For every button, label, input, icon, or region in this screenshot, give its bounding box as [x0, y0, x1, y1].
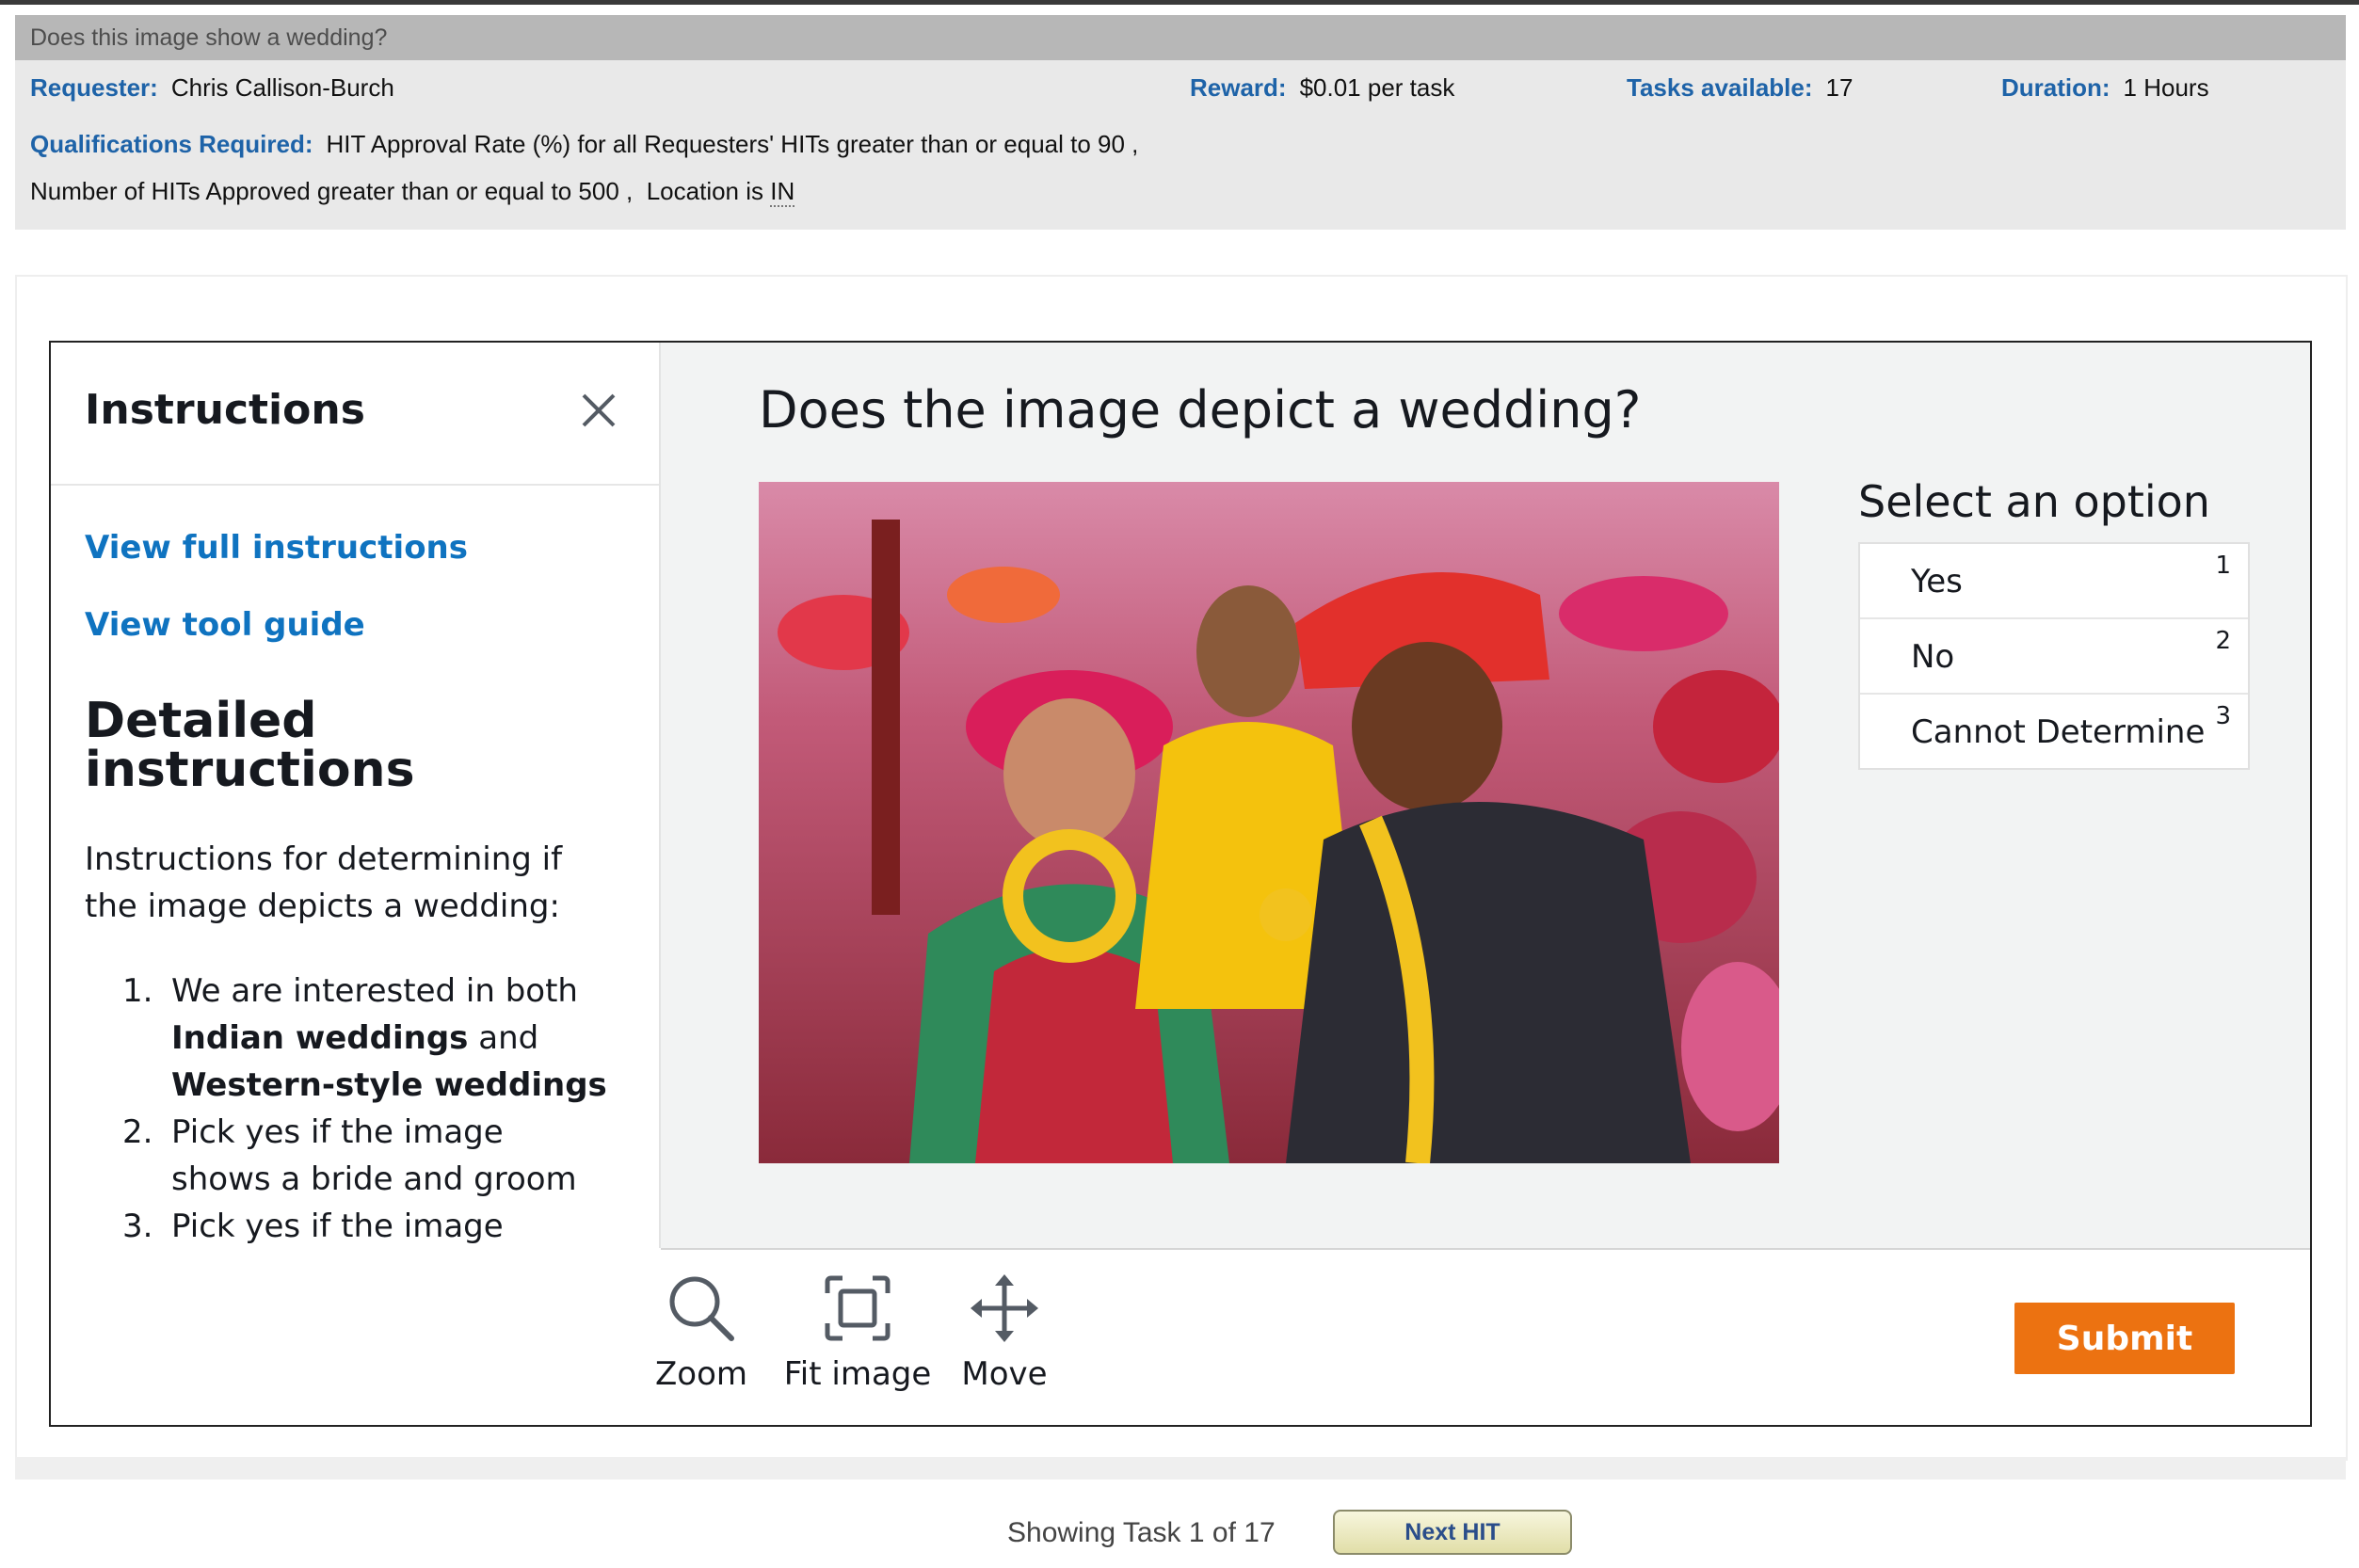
view-full-instructions-link[interactable]: View full instructions	[85, 529, 468, 567]
qualification-approval-rate: HIT Approval Rate (%) for all Requesters…	[326, 130, 1139, 158]
task-container-bottom-bar	[15, 1457, 2346, 1480]
requester-name[interactable]: Chris Callison-Burch	[171, 73, 394, 102]
option-shortcut-key: 3	[2215, 702, 2231, 730]
instructions-list: 1. We are interested in both Indian wedd…	[85, 968, 612, 1248]
tasks-value: 17	[1825, 73, 1854, 102]
tasks-label: Tasks available:	[1627, 73, 1813, 102]
detailed-instructions-heading: Detailed instructions	[85, 693, 415, 798]
reward-info: Reward: $0.01 per task	[1190, 73, 1454, 103]
options-title: Select an option	[1858, 476, 2210, 527]
view-tool-guide-link[interactable]: View tool guide	[85, 606, 365, 644]
option-shortcut-key: 1	[2215, 552, 2231, 580]
reward-value: $0.01 per task	[1299, 73, 1455, 102]
duration-value: 1 Hours	[2123, 73, 2209, 102]
instruction-text: Pick yes if the image	[171, 1208, 504, 1245]
task-frame: Instructions View full instructions View…	[49, 341, 2312, 1427]
move-label: Move	[961, 1355, 1048, 1393]
option-no[interactable]: No 2	[1860, 619, 2248, 695]
task-image[interactable]	[759, 482, 1779, 1163]
instruction-item: 3. Pick yes if the image	[85, 1203, 612, 1248]
qualification-location-prefix: Location is	[646, 177, 764, 205]
instruction-bold-indian: Indian weddings	[171, 1019, 469, 1057]
option-label: No	[1911, 638, 1955, 676]
instructions-intro: Instructions for determining if the imag…	[85, 840, 563, 925]
instruction-item: 2. Pick yes if the image shows a bride a…	[85, 1109, 612, 1203]
hit-title-bar: Does this image show a wedding?	[15, 15, 2346, 60]
option-shortcut-key: 2	[2215, 627, 2231, 655]
instruction-text: and	[468, 1019, 539, 1057]
image-toolbar: Zoom Fit image Move Submit	[51, 1250, 2310, 1425]
instruction-bold-western: Western-style weddings	[171, 1066, 607, 1104]
instruction-number: 1.	[122, 972, 153, 1010]
window-top-border	[0, 0, 2359, 5]
qualification-hits-approved: Number of HITs Approved greater than or …	[30, 177, 634, 205]
fit-frame-icon	[825, 1275, 891, 1341]
instruction-text: Pick yes if the image shows a bride and …	[171, 1113, 577, 1198]
task-progress-status: Showing Task 1 of 17	[1007, 1517, 1276, 1548]
instruction-number: 2.	[122, 1113, 153, 1151]
hit-info-panel: Does this image show a wedding? Requeste…	[15, 15, 2346, 230]
zoom-tool-button[interactable]: Zoom	[612, 1272, 791, 1393]
move-tool-button[interactable]: Move	[915, 1272, 1094, 1393]
option-label: Yes	[1911, 563, 1963, 600]
qualification-location-value[interactable]: IN	[770, 177, 795, 207]
instructions-panel: Instructions View full instructions View…	[51, 343, 661, 1248]
qualifications-label: Qualifications Required:	[30, 130, 313, 158]
requester-info: Requester: Chris Callison-Burch	[30, 73, 394, 103]
close-icon[interactable]	[578, 390, 619, 431]
qualifications-line-1: Qualifications Required: HIT Approval Rat…	[30, 130, 1138, 159]
submit-button[interactable]: Submit	[2014, 1303, 2235, 1374]
zoom-label: Zoom	[654, 1355, 747, 1393]
answer-options: Yes 1 No 2 Cannot Determine 3	[1858, 542, 2250, 770]
instruction-item: 1. We are interested in both Indian wedd…	[85, 968, 612, 1109]
task-work-area: Does the image depict a wedding? Select …	[661, 343, 2310, 1250]
option-cannot-determine[interactable]: Cannot Determine 3	[1860, 695, 2248, 768]
requester-label: Requester:	[30, 73, 158, 102]
instruction-text: We are interested in both	[171, 972, 578, 1010]
qualifications-line-2: Number of HITs Approved greater than or …	[30, 177, 795, 207]
task-question: Does the image depict a wedding?	[759, 380, 1642, 440]
duration-label: Duration:	[2001, 73, 2110, 102]
instructions-header: Instructions	[51, 343, 659, 486]
tasks-info: Tasks available: 17	[1627, 73, 1853, 103]
duration-info: Duration: 1 Hours	[2001, 73, 2209, 103]
instruction-number: 3.	[122, 1208, 153, 1245]
option-yes[interactable]: Yes 1	[1860, 544, 2248, 619]
instructions-title: Instructions	[85, 386, 365, 434]
option-label: Cannot Determine	[1911, 713, 2206, 751]
magnifier-icon	[669, 1276, 734, 1341]
next-hit-button[interactable]: Next HIT	[1333, 1510, 1572, 1555]
reward-label: Reward:	[1190, 73, 1287, 102]
hit-title: Does this image show a wedding?	[30, 24, 388, 51]
four-arrows-icon	[971, 1274, 1038, 1342]
